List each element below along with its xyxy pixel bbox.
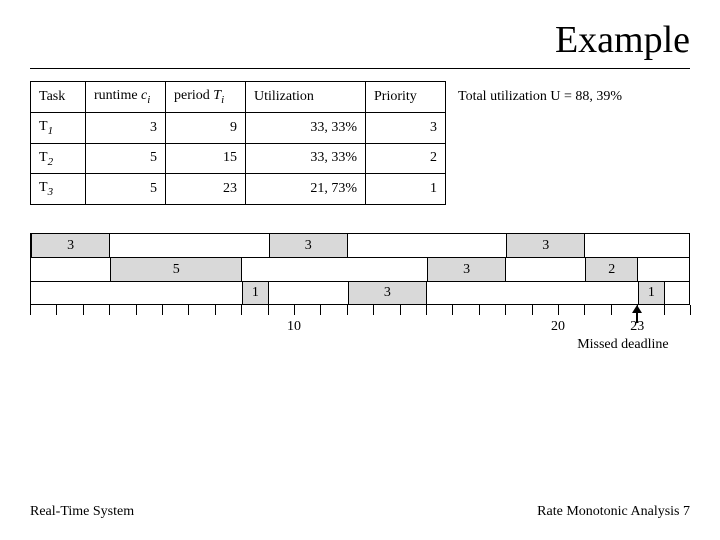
timeline-job: 3 xyxy=(269,234,348,257)
cell-period: 23 xyxy=(166,174,246,205)
cell-utilization: 21, 73% xyxy=(246,174,366,205)
timeline-job: 3 xyxy=(348,282,427,304)
timeline-job: 3 xyxy=(506,234,585,257)
tick-mark xyxy=(347,305,348,315)
cell-runtime: 5 xyxy=(86,143,166,174)
tick-mark xyxy=(611,305,612,315)
cell-utilization: 33, 33% xyxy=(246,112,366,143)
cell-task: T3 xyxy=(31,174,86,205)
cell-runtime: 5 xyxy=(86,174,166,205)
missed-deadline-label: Missed deadline xyxy=(577,337,668,353)
footer: Real-Time System Rate Monotonic Analysis… xyxy=(0,504,720,520)
title-underline xyxy=(30,68,690,69)
cell-priority: 1 xyxy=(366,174,446,205)
tick-mark xyxy=(136,305,137,315)
tick-mark xyxy=(558,305,559,315)
tick-mark xyxy=(505,305,506,315)
th-runtime-prefix: runtime xyxy=(94,88,141,103)
tick-mark xyxy=(690,305,691,315)
th-period-prefix: period xyxy=(174,88,213,103)
tick-mark xyxy=(56,305,57,315)
tick-mark xyxy=(532,305,533,315)
tick-mark xyxy=(162,305,163,315)
th-runtime: runtime ci xyxy=(86,82,166,113)
timeline-job: 2 xyxy=(585,258,638,281)
deadline-arrow-icon xyxy=(632,305,642,323)
timeline-row-t2: 5 3 2 xyxy=(30,257,690,281)
cell-period: 9 xyxy=(166,112,246,143)
table-row: T3 5 23 21, 73% 1 xyxy=(31,174,446,205)
table-header-row: Task runtime ci period Ti Utilization Pr… xyxy=(31,82,446,113)
content-row: Task runtime ci period Ti Utilization Pr… xyxy=(0,81,720,205)
tick-mark xyxy=(268,305,269,315)
timeline-row-t3: 1 3 1 xyxy=(30,281,690,305)
tick-label: 10 xyxy=(287,319,301,335)
cell-utilization: 33, 33% xyxy=(246,143,366,174)
cell-runtime: 3 xyxy=(86,112,166,143)
tick-mark xyxy=(109,305,110,315)
timeline-job: 1 xyxy=(242,282,268,304)
tick-mark xyxy=(400,305,401,315)
th-utilization: Utilization xyxy=(246,82,366,113)
tick-mark xyxy=(373,305,374,315)
task-table: Task runtime ci period Ti Utilization Pr… xyxy=(30,81,446,205)
table-row: T1 3 9 33, 33% 3 xyxy=(31,112,446,143)
timeline-ticks: 102023 xyxy=(30,305,690,321)
tick-label: 20 xyxy=(551,319,565,335)
th-period-var: T xyxy=(213,88,221,103)
tick-mark xyxy=(664,305,665,315)
tick-mark xyxy=(294,305,295,315)
timeline: 333 532 131 102023 Missed deadline xyxy=(30,233,690,353)
th-period-sub: i xyxy=(221,94,224,106)
tick-mark xyxy=(452,305,453,315)
tick-mark xyxy=(320,305,321,315)
footer-left: Real-Time System xyxy=(30,504,134,520)
tick-mark xyxy=(83,305,84,315)
cell-task: T1 xyxy=(31,112,86,143)
timeline-job: 1 xyxy=(638,282,664,304)
th-priority: Priority xyxy=(366,82,446,113)
tick-mark xyxy=(426,305,427,315)
th-period: period Ti xyxy=(166,82,246,113)
tick-mark xyxy=(584,305,585,315)
total-utilization: Total utilization U = 88, 39% xyxy=(446,81,622,105)
tick-mark xyxy=(215,305,216,315)
th-task: Task xyxy=(31,82,86,113)
table-row: T2 5 15 33, 33% 2 xyxy=(31,143,446,174)
tick-mark xyxy=(241,305,242,315)
th-runtime-sub: i xyxy=(147,94,150,106)
timeline-job: 3 xyxy=(31,234,110,257)
tick-mark xyxy=(30,305,31,315)
timeline-job: 5 xyxy=(110,258,242,281)
tick-mark xyxy=(188,305,189,315)
timeline-row-t1: 3 3 3 xyxy=(30,233,690,257)
page-title: Example xyxy=(0,0,720,68)
footer-right: Rate Monotonic Analysis 7 xyxy=(537,504,690,520)
cell-priority: 2 xyxy=(366,143,446,174)
tick-mark xyxy=(479,305,480,315)
timeline-job: 3 xyxy=(427,258,506,281)
cell-priority: 3 xyxy=(366,112,446,143)
cell-task: T2 xyxy=(31,143,86,174)
cell-period: 15 xyxy=(166,143,246,174)
